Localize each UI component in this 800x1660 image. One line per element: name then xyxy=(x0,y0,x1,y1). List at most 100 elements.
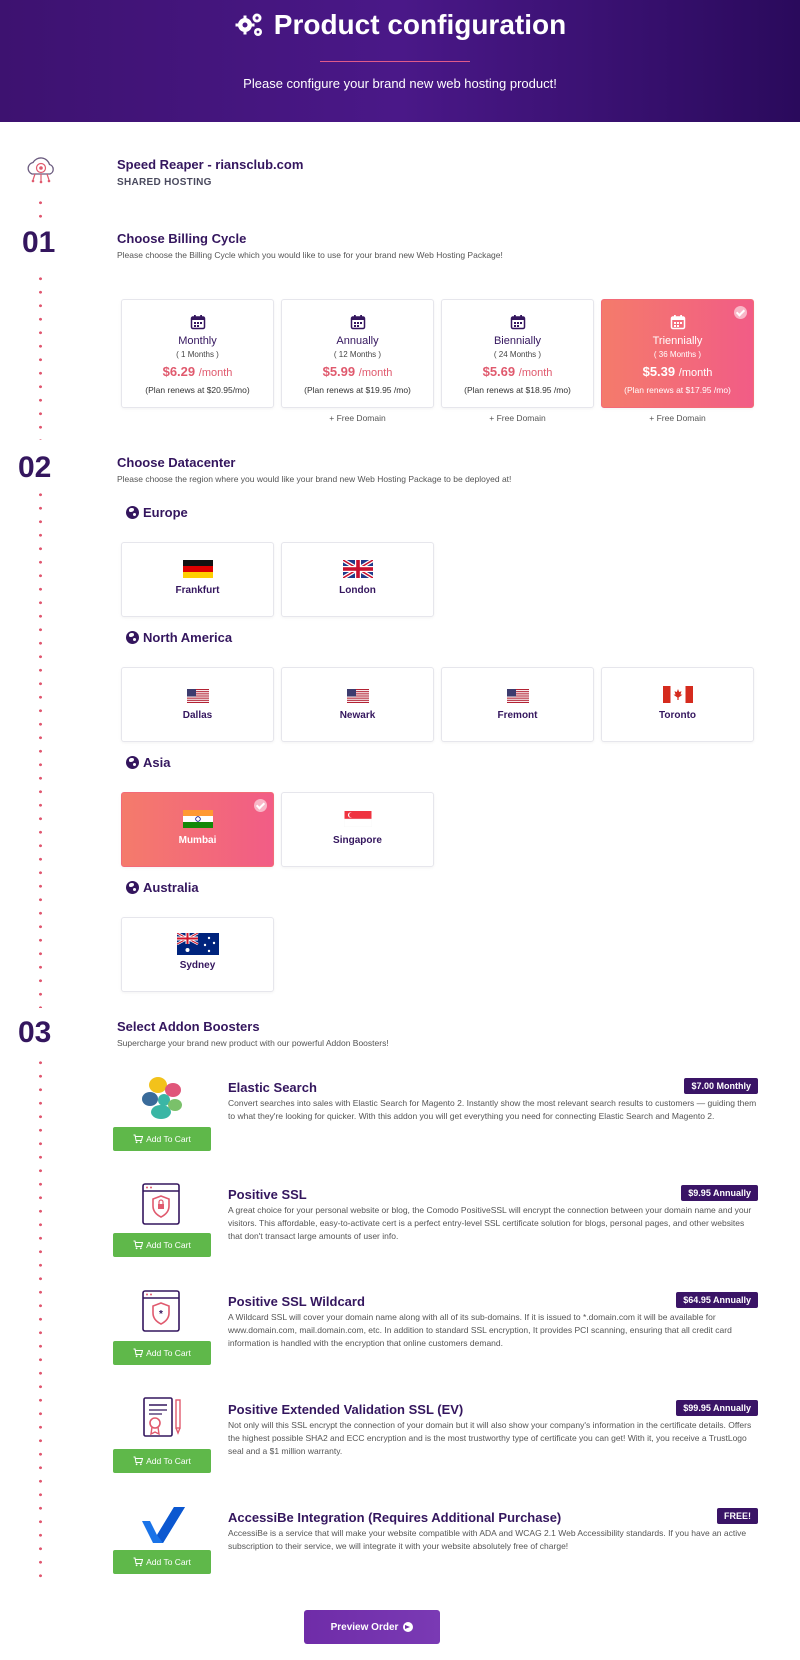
addon-name: Positive SSL xyxy=(228,1187,307,1202)
price-unit: /month xyxy=(518,367,553,379)
elastic-search-icon xyxy=(142,1077,182,1119)
datacenter-name: Newark xyxy=(339,710,376,721)
preview-order-button[interactable]: Preview Order xyxy=(304,1610,440,1644)
billing-option-months: ( 24 Months ) xyxy=(493,350,542,359)
calendar-icon xyxy=(670,315,685,330)
billing-option-price: $5.39 /month xyxy=(602,364,753,379)
add-to-cart-button[interactable]: Add To Cart xyxy=(113,1449,211,1473)
free-domain-note: + Free Domain xyxy=(329,413,386,423)
datacenter-name: Toronto xyxy=(658,710,697,721)
datacenter-name: Fremont xyxy=(497,710,538,721)
cart-icon xyxy=(133,1134,144,1144)
globe-icon xyxy=(126,631,139,644)
add-to-cart-label: Add To Cart xyxy=(146,1456,191,1466)
cart-icon xyxy=(133,1456,144,1466)
addon-description: AccessiBe is a service that will make yo… xyxy=(228,1528,747,1552)
region-name: Asia xyxy=(143,755,171,770)
datacenter-name: Dallas xyxy=(182,710,213,721)
timeline-dots xyxy=(39,488,42,1008)
datacenter-name: London xyxy=(339,585,376,596)
region-name: Australia xyxy=(143,880,199,895)
billing-option-monthly[interactable]: Monthly ( 1 Months ) $6.29 /month (Plan … xyxy=(121,299,274,408)
timeline-dots xyxy=(39,196,42,226)
add-to-cart-button[interactable]: Add To Cart xyxy=(113,1233,211,1257)
addon-price-badge: $99.95 Annually xyxy=(676,1400,758,1416)
billing-option-months: ( 36 Months ) xyxy=(653,350,702,359)
globe-icon xyxy=(126,881,139,894)
gears-icon xyxy=(235,13,262,36)
billing-option-name: Annually xyxy=(336,335,379,347)
datacenter-name: Mumbai xyxy=(178,835,217,846)
billing-option-price: $5.99 /month xyxy=(282,364,433,379)
datacenter-dallas[interactable]: Dallas xyxy=(121,667,274,742)
addon-price-badge: $64.95 Annually xyxy=(676,1292,758,1308)
svg-text:*: * xyxy=(159,1309,163,1320)
addon-price-badge: $7.00 Monthly xyxy=(684,1078,758,1094)
addon-description: A Wildcard SSL will cover your domain na… xyxy=(228,1312,732,1349)
datacenter-london[interactable]: London xyxy=(281,542,434,617)
billing-option-months: ( 1 Months ) xyxy=(176,350,219,359)
calendar-icon xyxy=(350,315,365,330)
datacenter-name: Singapore xyxy=(333,835,382,846)
billing-option-biennially[interactable]: Biennially ( 24 Months ) $5.69 /month (P… xyxy=(441,299,594,408)
calendar-icon xyxy=(190,315,205,330)
datacenter-sydney[interactable]: Sydney xyxy=(121,917,274,992)
addon-description: Not only will this SSL encrypt the conne… xyxy=(228,1420,752,1457)
datacenter-toronto[interactable]: Toronto xyxy=(601,667,754,742)
addon-description: Convert searches into sales with Elastic… xyxy=(228,1098,757,1122)
datacenter-name: Sydney xyxy=(179,960,216,971)
ev-certificate-icon xyxy=(143,1397,181,1437)
ssl-certificate-icon xyxy=(142,1183,180,1225)
step-number-02: 02 xyxy=(18,451,52,484)
datacenter-mumbai[interactable]: Mumbai xyxy=(121,792,274,867)
datacenter-singapore[interactable]: Singapore xyxy=(281,792,434,867)
price-value: $5.99 xyxy=(322,364,356,379)
cloud-hosting-icon xyxy=(27,157,54,184)
billing-section-title: Choose Billing Cycle xyxy=(117,231,247,246)
region-name: Europe xyxy=(143,505,188,520)
addon-price-badge: FREE! xyxy=(717,1508,758,1524)
addons-section-title: Select Addon Boosters xyxy=(117,1019,260,1034)
price-value: $5.39 xyxy=(642,364,676,379)
add-to-cart-button[interactable]: Add To Cart xyxy=(113,1341,211,1365)
addon-name: AccessiBe Integration (Requires Addition… xyxy=(228,1510,562,1525)
price-value: $6.29 xyxy=(162,364,196,379)
us-flag-icon xyxy=(346,689,369,703)
add-to-cart-button[interactable]: Add To Cart xyxy=(113,1550,211,1574)
add-to-cart-button[interactable]: Add To Cart xyxy=(113,1127,211,1151)
region-north-america: North America xyxy=(126,630,232,645)
billing-option-annually[interactable]: Annually ( 12 Months ) $5.99 /month (Pla… xyxy=(281,299,434,408)
price-value: $5.69 xyxy=(482,364,516,379)
add-to-cart-label: Add To Cart xyxy=(146,1240,191,1250)
region-asia: Asia xyxy=(126,755,170,770)
datacenter-fremont[interactable]: Fremont xyxy=(441,667,594,742)
timeline-dots xyxy=(39,272,42,440)
add-to-cart-label: Add To Cart xyxy=(146,1348,191,1358)
datacenter-newark[interactable]: Newark xyxy=(281,667,434,742)
page-title: Product configuration xyxy=(0,6,800,44)
datacenter-frankfurt[interactable]: Frankfurt xyxy=(121,542,274,617)
billing-option-name: Biennially xyxy=(493,335,542,347)
page-subtitle: Please configure your brand new web host… xyxy=(243,76,557,91)
addon-name: Positive Extended Validation SSL (EV) xyxy=(228,1402,464,1417)
region-name: North America xyxy=(143,630,233,645)
billing-option-months: ( 12 Months ) xyxy=(333,350,382,359)
step-number-01: 01 xyxy=(22,226,56,259)
addon-price-badge: $9.95 Annually xyxy=(681,1185,758,1201)
billing-option-renewal: (Plan renews at $19.95 /mo) xyxy=(304,385,411,395)
datacenter-section-description: Please choose the region where you would… xyxy=(117,474,512,484)
addon-name: Elastic Search xyxy=(228,1080,317,1095)
billing-option-triennially[interactable]: Triennially ( 36 Months ) $5.39 /month (… xyxy=(601,299,754,408)
region-australia: Australia xyxy=(126,880,199,895)
us-flag-icon xyxy=(506,689,529,703)
add-to-cart-label: Add To Cart xyxy=(146,1557,191,1567)
check-icon xyxy=(734,306,747,319)
addons-section-description: Supercharge your brand new product with … xyxy=(117,1038,389,1048)
singapore-flag-icon xyxy=(344,811,371,827)
free-domain-note: + Free Domain xyxy=(489,413,546,423)
page-title-text: Product configuration xyxy=(273,9,567,40)
addon-description: A great choice for your personal website… xyxy=(228,1205,752,1242)
preview-order-label: Preview Order xyxy=(330,1621,399,1633)
canada-flag-icon xyxy=(662,686,693,703)
us-flag-icon xyxy=(186,689,209,703)
